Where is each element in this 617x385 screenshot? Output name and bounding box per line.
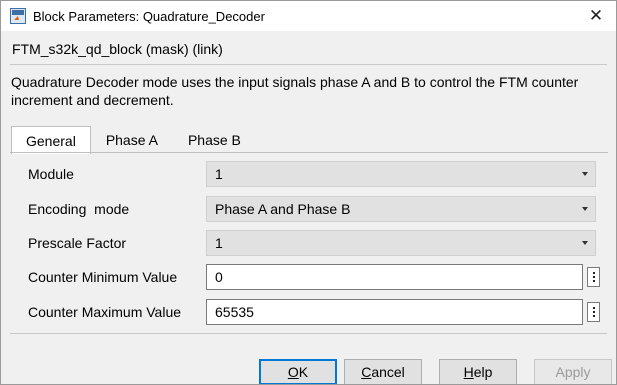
tab-general[interactable]: General	[11, 126, 91, 154]
module-select[interactable]: 1	[206, 161, 596, 187]
chevron-down-icon	[582, 207, 588, 211]
module-label: Module	[28, 166, 74, 182]
counter-max-label: Counter Maximum Value	[28, 304, 182, 320]
footer-separator	[10, 333, 607, 334]
counter-max-input[interactable]: 65535	[206, 299, 583, 325]
counter-max-value: 65535	[215, 304, 254, 320]
tab-bar: General Phase A Phase B	[11, 126, 256, 154]
general-tab-panel: Module 1 Encoding mode Phase A and Phase…	[10, 152, 608, 333]
encoding-mode-label: Encoding mode	[28, 201, 130, 217]
help-button[interactable]: Help	[439, 359, 517, 384]
chevron-down-icon	[582, 241, 588, 245]
module-value: 1	[215, 166, 223, 182]
counter-min-input[interactable]: 0	[206, 264, 583, 290]
mask-title: FTM_s32k_qd_block (mask) (link)	[12, 41, 223, 57]
tab-phase-b[interactable]: Phase B	[173, 126, 256, 153]
encoding-mode-row: Encoding mode Phase A and Phase B	[28, 196, 600, 222]
prescale-factor-value: 1	[215, 235, 223, 251]
apply-button[interactable]: Apply	[534, 359, 612, 384]
counter-min-value: 0	[215, 269, 223, 285]
more-vertical-icon[interactable]	[587, 302, 600, 322]
simulink-block-icon	[10, 8, 26, 24]
ok-button[interactable]: OK	[259, 359, 337, 384]
counter-min-label: Counter Minimum Value	[28, 269, 178, 285]
block-parameters-dialog: Block Parameters: Quadrature_Decoder ✕ F…	[0, 0, 617, 385]
close-icon[interactable]: ✕	[576, 1, 616, 31]
encoding-mode-value: Phase A and Phase B	[215, 201, 351, 217]
encoding-mode-select[interactable]: Phase A and Phase B	[206, 196, 596, 222]
prescale-factor-row: Prescale Factor 1	[28, 230, 600, 256]
more-vertical-icon[interactable]	[587, 267, 600, 287]
cancel-button[interactable]: Cancel	[344, 359, 422, 384]
chevron-down-icon	[582, 172, 588, 176]
counter-min-row: Counter Minimum Value 0	[28, 264, 600, 290]
mask-description: Quadrature Decoder mode uses the input s…	[11, 74, 579, 108]
counter-max-row: Counter Maximum Value 65535	[28, 299, 600, 325]
prescale-factor-select[interactable]: 1	[206, 230, 596, 256]
title-bar: Block Parameters: Quadrature_Decoder ✕	[1, 1, 616, 31]
tab-phase-a[interactable]: Phase A	[91, 126, 173, 153]
module-row: Module 1	[28, 161, 600, 187]
window-title: Block Parameters: Quadrature_Decoder	[33, 8, 265, 24]
prescale-factor-label: Prescale Factor	[28, 235, 127, 251]
